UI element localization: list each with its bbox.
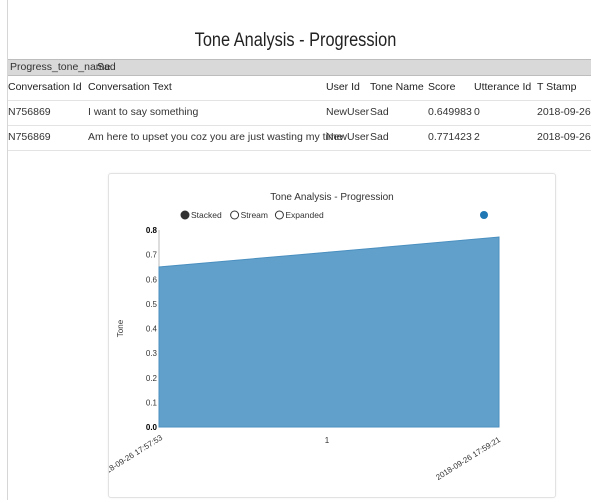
column-header-timestamp: T Stamp <box>537 81 577 93</box>
control-label-stacked[interactable]: Stacked <box>191 210 222 220</box>
table-row: N756869 Am here to upset you coz you are… <box>8 126 591 151</box>
area-series-fill[interactable] <box>158 236 500 428</box>
y-tick-label: 0.1 <box>146 398 158 407</box>
chart-title: Tone Analysis - Progression <box>270 192 393 203</box>
tone-summary-bar: Progress_tone_name Sad <box>8 59 591 76</box>
x-tick-label: 1 <box>325 436 330 445</box>
y-tick-label: 0.3 <box>146 349 158 358</box>
tone-progression-chart: Tone Analysis - Progression Stacked Stream… <box>109 192 503 482</box>
cell-utterance-id: 2 <box>474 131 480 143</box>
x-tick-label: 18-09-26 17:57:53 <box>109 433 165 476</box>
cell-timestamp: 2018-09-26 17:57 <box>537 106 591 118</box>
chart-card: Tone Analysis - Progression Stacked Stream… <box>108 173 556 498</box>
cell-conversation-id: N756869 <box>8 131 51 143</box>
x-tick-label: 2018-09-26 17:59:21 <box>434 435 502 482</box>
cell-tone-name: Sad <box>370 131 389 143</box>
y-tick-label: 0.7 <box>146 251 158 260</box>
y-tick-label: 0.5 <box>146 300 158 309</box>
tone-summary-label: Progress_tone_name <box>10 61 111 73</box>
page-title: Tone Analysis - Progression <box>194 30 397 51</box>
table-row: N756869 I want to say something NewUser … <box>8 101 591 126</box>
y-tick-label: 0.8 <box>146 226 158 235</box>
y-tick-label: 0.2 <box>146 374 158 383</box>
y-tick-label: 0.6 <box>146 275 158 284</box>
control-radio-expanded[interactable] <box>274 210 284 220</box>
column-header-tone-name: Tone Name <box>370 81 424 93</box>
control-label-stream[interactable]: Stream <box>241 210 268 220</box>
y-tick-label: 0.0 <box>146 423 158 432</box>
control-radio-stream[interactable] <box>230 210 240 220</box>
tone-report-table: Progress_tone_name Sad Conversation Id C… <box>8 59 591 151</box>
column-header-conversation-text: Conversation Text <box>88 81 172 93</box>
table-header-row: Conversation Id Conversation Text User I… <box>8 76 591 101</box>
cell-conversation-text: I want to say something <box>88 106 199 118</box>
cell-conversation-id: N756869 <box>8 106 51 118</box>
cell-score: 0.771423 <box>428 131 472 143</box>
legend-series-marker[interactable] <box>480 211 488 219</box>
tone-summary-value: Sad <box>97 61 116 73</box>
cell-utterance-id: 0 <box>474 106 480 118</box>
column-header-user-id: User Id <box>326 81 360 93</box>
cell-score: 0.649983 <box>428 106 472 118</box>
data-point[interactable] <box>158 266 160 268</box>
y-tick-label: 0.4 <box>146 325 158 334</box>
cell-tone-name: Sad <box>370 106 389 118</box>
cell-user-id: NewUser <box>326 131 370 143</box>
data-point[interactable] <box>498 236 500 238</box>
column-header-score: Score <box>428 81 456 93</box>
control-label-expanded[interactable]: Expanded <box>285 210 324 220</box>
cell-timestamp: 2018-09-26 17:59 <box>537 131 591 143</box>
cell-conversation-text: Am here to upset you coz you are just wa… <box>88 131 343 143</box>
column-header-conversation-id: Conversation Id <box>8 81 82 93</box>
column-header-utterance-id: Utterance Id <box>474 81 532 93</box>
control-radio-stacked[interactable] <box>180 210 190 220</box>
cell-user-id: NewUser <box>326 106 370 118</box>
y-axis-label: Tone <box>116 319 125 337</box>
data-point[interactable] <box>328 251 330 253</box>
